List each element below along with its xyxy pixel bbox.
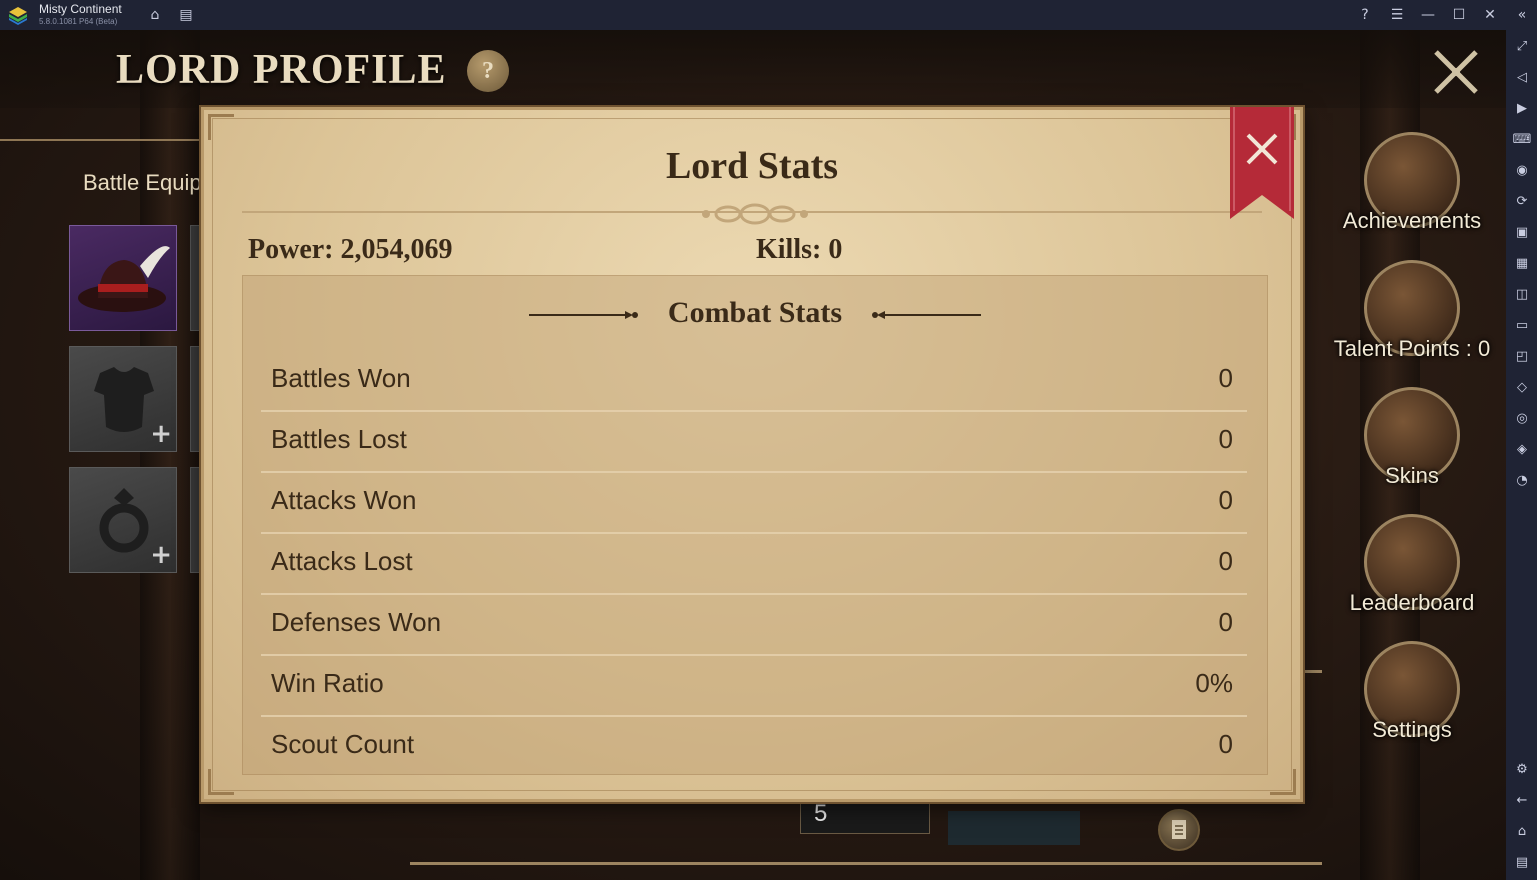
- talent-points-label: Talent Points : 0: [1333, 336, 1491, 361]
- corner-ornament: [208, 769, 234, 795]
- eco-mode-icon[interactable]: ◇: [1512, 377, 1532, 397]
- equip-slot-ring[interactable]: +: [69, 467, 177, 573]
- stat-value: 0: [1218, 546, 1233, 576]
- clock-icon[interactable]: ◔: [1512, 470, 1532, 490]
- equip-slot-hat[interactable]: [69, 225, 177, 331]
- stat-row-scout-count: Scout Count 0: [261, 717, 1247, 774]
- location-icon[interactable]: ◎: [1512, 408, 1532, 428]
- screenshot-icon[interactable]: ◫: [1512, 284, 1532, 304]
- stat-row-defenses-won: Defenses Won 0: [261, 595, 1247, 656]
- stat-label: Battles Won: [271, 363, 411, 393]
- install-apk-icon[interactable]: ▣: [1512, 222, 1532, 242]
- keyboard-icon[interactable]: ⌨: [1512, 129, 1532, 149]
- corner-ornament: [208, 114, 234, 140]
- talent-points-button[interactable]: Talent Points : 0: [1327, 260, 1497, 380]
- resize-icon[interactable]: ◰: [1512, 346, 1532, 366]
- stat-row-attacks-lost: Attacks Lost 0: [261, 534, 1247, 595]
- page-title: LORD PROFILE: [116, 47, 447, 93]
- app-name: Misty Continent: [39, 2, 122, 16]
- stat-row-attacks-won: Attacks Won 0: [261, 473, 1247, 534]
- fps-icon[interactable]: ▦: [1512, 253, 1532, 273]
- stat-label: Scout Count: [271, 729, 415, 759]
- close-ribbon-icon[interactable]: [1230, 107, 1294, 219]
- stat-label: Win Ratio: [271, 668, 384, 698]
- skins-label: Skins: [1385, 463, 1439, 488]
- document-icon: [1172, 820, 1186, 839]
- multi-instance-icon[interactable]: ▤: [176, 5, 196, 25]
- stat-value: 0: [1218, 424, 1233, 454]
- decorative-line: [1300, 670, 1322, 673]
- help-icon[interactable]: ?: [1355, 5, 1375, 25]
- stat-row-battles-lost: Battles Lost 0: [261, 412, 1247, 473]
- stat-label: Defenses Won: [271, 607, 442, 637]
- collapse-sidebar-icon[interactable]: «: [1512, 5, 1532, 25]
- add-icon: +: [150, 540, 172, 570]
- volume-icon[interactable]: ◁: [1512, 67, 1532, 87]
- stat-row-battles-won: Battles Won 0: [261, 351, 1247, 412]
- home-icon[interactable]: ⌂: [145, 5, 165, 25]
- lord-level: 5: [814, 800, 828, 827]
- stat-value: 0%: [1195, 668, 1233, 698]
- stat-value: 0: [1218, 363, 1233, 393]
- kills-value: Kills: 0: [756, 234, 843, 265]
- power-value: Power: 2,054,069: [248, 234, 453, 265]
- achievements-button[interactable]: Achievements: [1327, 132, 1497, 252]
- leaderboard-button[interactable]: Leaderboard: [1327, 514, 1497, 634]
- equip-slot-armor[interactable]: +: [69, 346, 177, 452]
- bluestacks-logo-icon: [9, 7, 27, 25]
- stat-label: Attacks Lost: [271, 546, 413, 576]
- dialog-title: Lord Stats: [665, 145, 839, 187]
- close-crossed-swords-icon[interactable]: [1430, 46, 1482, 98]
- stat-value: 0: [1218, 607, 1233, 637]
- stat-value: 0: [1218, 485, 1233, 515]
- help-button[interactable]: ?: [467, 50, 509, 92]
- settings-label: Settings: [1372, 717, 1452, 742]
- maximize-icon[interactable]: ☐: [1449, 5, 1469, 25]
- combat-stats-title: Combat Stats: [667, 296, 843, 329]
- battle-equip-label: Battle Equip: [83, 170, 202, 195]
- close-icon[interactable]: ✕: [1480, 5, 1500, 25]
- emulator-sidebar: ⤢ ◁ ▶ ⌨ ◉ ⟳ ▣ ▦ ◫ ▭ ◰ ◇ ◎ ◈ ◔ ⚙ ← ⌂ ▤: [1506, 30, 1537, 880]
- skins-button[interactable]: Skins: [1327, 387, 1497, 507]
- macro-icon[interactable]: ◉: [1512, 160, 1532, 180]
- fullscreen-icon[interactable]: ⤢: [1512, 36, 1532, 56]
- arrow-ornament-icon: [872, 311, 981, 319]
- achievements-label: Achievements: [1342, 208, 1482, 233]
- decorative-line: [410, 862, 1322, 865]
- background-pillar: [140, 30, 200, 880]
- hat-icon: [78, 246, 170, 312]
- stat-label: Battles Lost: [271, 424, 407, 454]
- minimize-icon[interactable]: —: [1418, 5, 1438, 25]
- game-screen: LORD PROFILE ? Battle Equip + + Achievem…: [0, 30, 1506, 880]
- stat-label: Attacks Won: [271, 485, 417, 515]
- screen-record-icon[interactable]: ▶: [1512, 98, 1532, 118]
- back-icon[interactable]: ←: [1512, 790, 1532, 810]
- combat-stats-panel[interactable]: Combat Stats Battles Won 0 Battles Lost …: [242, 275, 1268, 775]
- lord-name-box[interactable]: [948, 811, 1080, 845]
- add-icon: +: [150, 419, 172, 449]
- menu-icon[interactable]: ☰: [1387, 5, 1407, 25]
- stat-row-win-ratio: Win Ratio 0%: [261, 656, 1247, 717]
- corner-ornament: [1270, 769, 1296, 795]
- notes-button[interactable]: [1158, 809, 1200, 851]
- flourish-ornament-icon: [702, 203, 808, 225]
- layers-icon[interactable]: ◈: [1512, 439, 1532, 459]
- lord-stats-dialog: Lord Stats Power: 2,054,069 Kills: 0 Com…: [201, 107, 1303, 802]
- leaderboard-label: Leaderboard: [1349, 590, 1475, 615]
- stat-value: 0: [1218, 729, 1233, 759]
- settings-button[interactable]: Settings: [1327, 641, 1497, 761]
- app-version: 5.8.0.1081 P64 (Beta): [39, 17, 118, 26]
- settings-icon[interactable]: ⚙: [1512, 759, 1532, 779]
- emulator-title-bar: Misty Continent 5.8.0.1081 P64 (Beta) ⌂ …: [0, 0, 1537, 30]
- folder-icon[interactable]: ▭: [1512, 315, 1532, 335]
- android-home-icon[interactable]: ⌂: [1512, 821, 1532, 841]
- sync-icon[interactable]: ⟳: [1512, 191, 1532, 211]
- recent-apps-icon[interactable]: ▤: [1512, 852, 1532, 872]
- decorative-line: [0, 139, 200, 141]
